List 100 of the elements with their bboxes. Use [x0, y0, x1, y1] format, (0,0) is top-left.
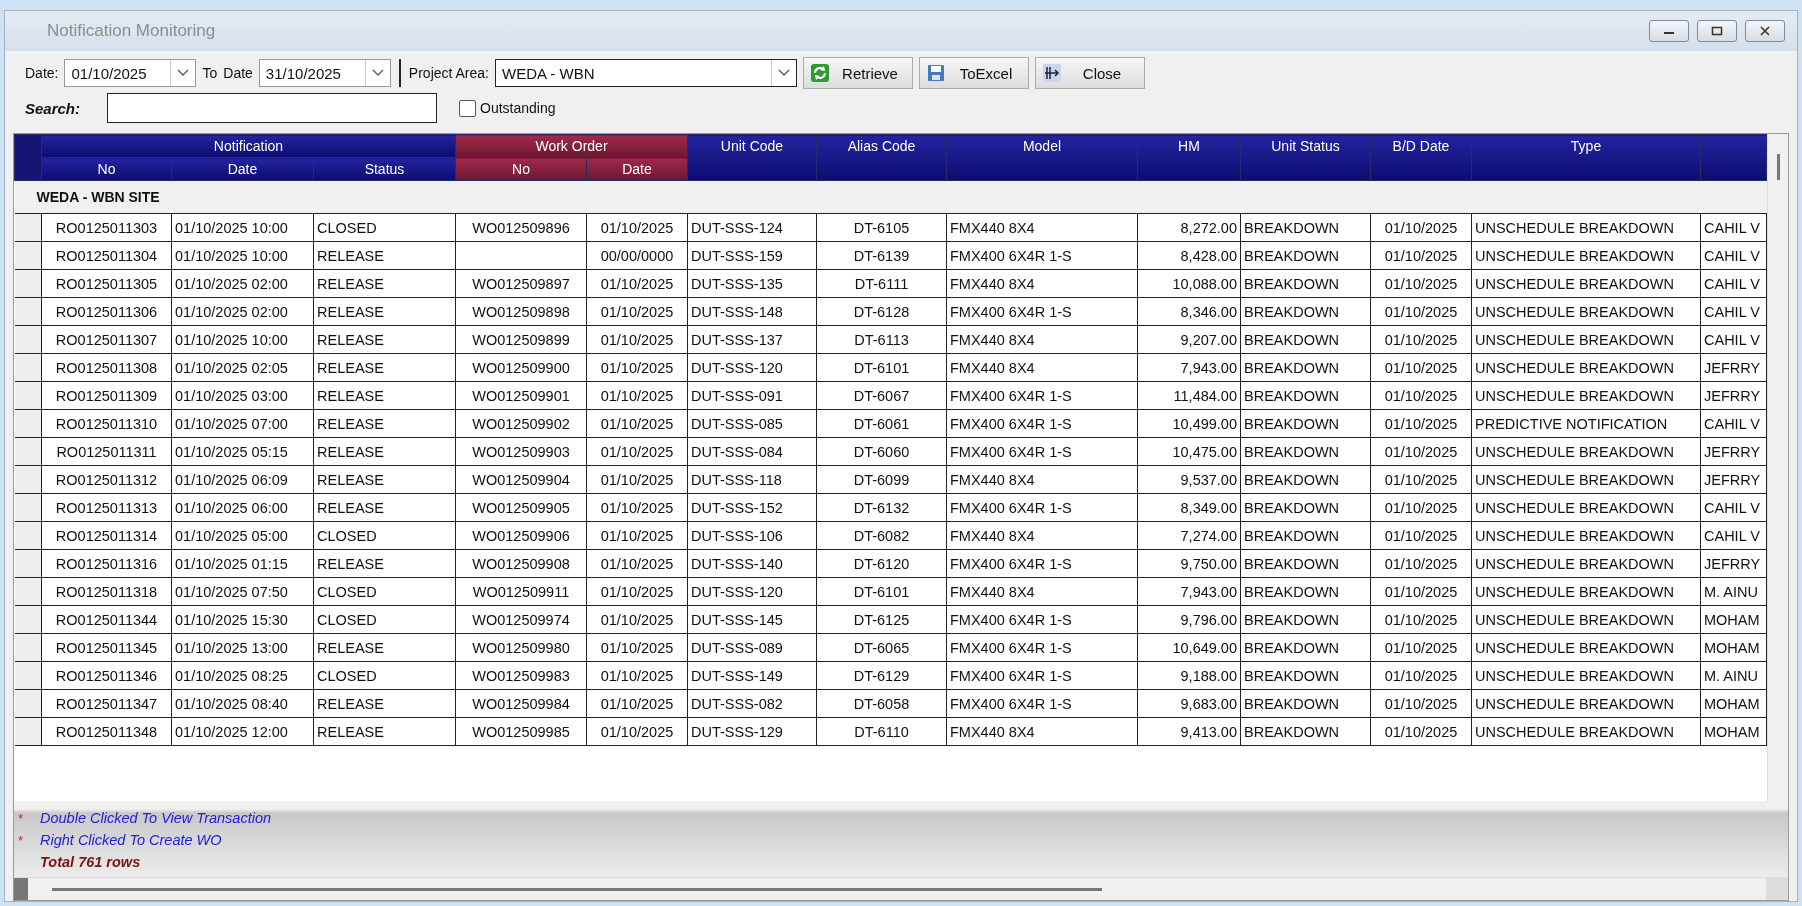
table-cell: BREAKDOWN	[1244, 303, 1340, 320]
table-cell: 01/10/2025 07:50	[175, 583, 288, 600]
table-cell: RELEASE	[317, 415, 384, 432]
column-header[interactable]: Unit Status	[1240, 134, 1371, 181]
table-cell: JEFRRY	[1704, 443, 1761, 460]
table-cell: WO012509903	[472, 443, 570, 460]
hint-text: Right Clicked To Create WO	[40, 832, 222, 848]
table-cell: WO012509904	[472, 471, 570, 488]
table-cell: 01/10/2025	[1384, 555, 1458, 572]
table-cell: 01/10/2025	[1384, 387, 1458, 404]
table-cell: 01/10/2025	[600, 303, 674, 320]
table-cell: 01/10/2025	[1384, 415, 1458, 432]
table-cell: FMX400 6X4R 1-S	[950, 667, 1072, 684]
table-cell: DT-6060	[853, 443, 910, 460]
table-cell: DT-6058	[853, 695, 910, 712]
column-header[interactable]: Unit Code	[687, 134, 817, 181]
table-cell: CAHIL V	[1704, 219, 1760, 236]
table-cell: BREAKDOWN	[1244, 695, 1340, 712]
column-header[interactable]: Alias Code	[816, 134, 947, 181]
table-cell: WO012509985	[472, 723, 570, 740]
table-cell: 01/10/2025	[1384, 247, 1458, 264]
table-cell: BREAKDOWN	[1244, 667, 1340, 684]
table-cell: UNSCHEDULE BREAKDOWN	[1475, 275, 1674, 292]
table-cell: BREAKDOWN	[1244, 275, 1340, 292]
minimize-button[interactable]	[1649, 20, 1689, 42]
table-cell: UNSCHEDULE BREAKDOWN	[1475, 667, 1674, 684]
table-cell: BREAKDOWN	[1244, 443, 1340, 460]
table-cell: 01/10/2025	[600, 695, 674, 712]
table-cell: CAHIL V	[1704, 247, 1760, 264]
table-cell: UNSCHEDULE BREAKDOWN	[1475, 387, 1674, 404]
date-to-picker[interactable]: 31/10/2025	[258, 59, 391, 87]
table-cell: DT-6125	[853, 611, 910, 628]
table-cell: RELEASE	[317, 331, 384, 348]
table-cell: RO0125011312	[55, 471, 158, 488]
table-cell: FMX400 6X4R 1-S	[950, 611, 1072, 628]
table-cell: 01/10/2025	[600, 667, 674, 684]
table-cell: BREAKDOWN	[1244, 247, 1340, 264]
table-cell: 01/10/2025	[600, 219, 674, 236]
table-cell: FMX400 6X4R 1-S	[950, 443, 1072, 460]
date-from-picker[interactable]: 01/10/2025	[64, 59, 197, 87]
table-cell: RO0125011344	[55, 611, 158, 628]
column-header[interactable]: B/D Date	[1370, 134, 1472, 181]
table-cell: UNSCHEDULE BREAKDOWN	[1475, 359, 1674, 376]
table-cell: FMX400 6X4R 1-S	[950, 695, 1072, 712]
table-cell: 01/10/2025	[600, 583, 674, 600]
table-cell: BREAKDOWN	[1244, 583, 1340, 600]
table-cell: DUT-SSS-135	[691, 275, 783, 292]
table-cell: DT-6120	[853, 555, 910, 572]
table-cell: 01/10/2025	[600, 387, 674, 404]
table-cell: 10,475.00	[1172, 443, 1237, 460]
table-cell: UNSCHEDULE BREAKDOWN	[1475, 471, 1674, 488]
table-cell: RO0125011311	[56, 443, 157, 460]
table-cell: UNSCHEDULE BREAKDOWN	[1475, 639, 1674, 656]
table-cell: UNSCHEDULE BREAKDOWN	[1475, 611, 1674, 628]
table-cell: 8,272.00	[1180, 219, 1237, 236]
table-cell: 01/10/2025 02:00	[175, 303, 288, 320]
chevron-down-icon	[371, 69, 384, 77]
table-cell: MOHAM	[1704, 723, 1760, 740]
table-cell: RELEASE	[317, 443, 384, 460]
table-cell: FMX400 6X4R 1-S	[950, 639, 1072, 656]
table-cell: BREAKDOWN	[1244, 219, 1340, 236]
maximize-button[interactable]	[1697, 20, 1737, 42]
table-cell: WO012509906	[472, 527, 570, 544]
table-cell: 01/10/2025 12:00	[175, 723, 288, 740]
table-cell: RO0125011305	[55, 275, 158, 292]
column-header[interactable]: Model	[946, 134, 1138, 181]
table-cell: RELEASE	[317, 247, 384, 264]
export-excel-button[interactable]: ToExcel	[919, 57, 1029, 89]
table-cell: RO0125011309	[55, 387, 158, 404]
table-cell: DT-6132	[853, 499, 910, 516]
window-title: Notification Monitoring	[47, 21, 216, 41]
retrieve-button[interactable]: Retrieve	[803, 57, 913, 89]
close-window-button[interactable]	[1745, 20, 1785, 42]
refresh-icon	[810, 63, 830, 83]
table-cell: RELEASE	[317, 471, 384, 488]
column-header[interactable]: No	[455, 157, 587, 181]
horizontal-scrollbar[interactable]	[14, 877, 1788, 900]
table-cell: 01/10/2025	[1384, 359, 1458, 376]
column-header[interactable]: Type	[1471, 134, 1701, 181]
table-cell: RO0125011304	[55, 247, 158, 264]
close-button[interactable]: Close	[1035, 57, 1145, 89]
table-cell: CLOSED	[317, 611, 377, 628]
table-cell: DT-6101	[853, 359, 910, 376]
date-label: Date:	[25, 65, 59, 81]
maximize-icon	[1710, 26, 1724, 36]
table-cell: BREAKDOWN	[1244, 639, 1340, 656]
search-field[interactable]	[107, 93, 437, 123]
outstanding-checkbox[interactable]: Outstanding	[459, 99, 556, 117]
column-header[interactable]: No	[41, 157, 172, 181]
hint-text: Double Clicked To View Transaction	[40, 810, 272, 826]
table-cell: 01/10/2025	[1384, 695, 1458, 712]
table-cell: RO0125011345	[55, 639, 158, 656]
column-header[interactable]: Status	[313, 157, 456, 181]
project-area-dropdown[interactable]: WEDA - WBN	[495, 59, 797, 87]
table-cell: BREAKDOWN	[1244, 387, 1340, 404]
column-header[interactable]: HM	[1137, 134, 1241, 181]
column-header[interactable]: Date	[171, 157, 314, 181]
table-cell: BREAKDOWN	[1244, 555, 1340, 572]
table-cell: DUT-SSS-145	[691, 611, 783, 628]
table-cell: RELEASE	[317, 639, 384, 656]
